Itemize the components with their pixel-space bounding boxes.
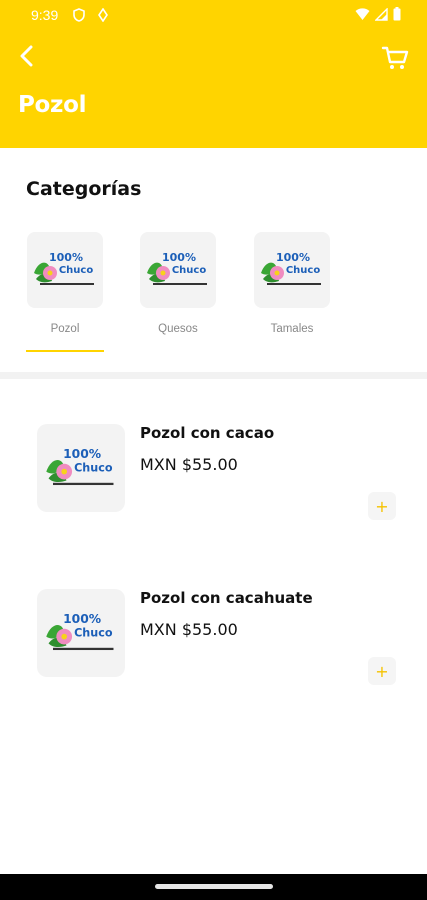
wifi-icon bbox=[355, 7, 370, 24]
plus-icon: + bbox=[375, 661, 389, 681]
status-time: 9:39 bbox=[31, 7, 59, 23]
product-name: Pozol con cacao bbox=[140, 424, 275, 442]
svg-text:Chuco: Chuco bbox=[59, 265, 94, 276]
svg-text:100%: 100% bbox=[63, 612, 101, 626]
cart-icon bbox=[381, 46, 409, 76]
svg-text:100%: 100% bbox=[63, 447, 101, 461]
category-thumbnail: 100% Chuco bbox=[254, 232, 330, 308]
categories-title: Categorías bbox=[26, 178, 142, 200]
add-to-cart-button[interactable]: + bbox=[368, 657, 396, 685]
status-icons bbox=[355, 6, 401, 24]
sync-icon bbox=[98, 7, 108, 25]
product-card[interactable]: 100% Chuco Pozol con cacahuate MXN $55.0… bbox=[0, 589, 427, 709]
svg-text:100%: 100% bbox=[162, 251, 196, 264]
category-thumbnail: 100% Chuco bbox=[140, 232, 216, 308]
product-price: MXN $55.00 bbox=[140, 455, 238, 474]
logo-image: 100% Chuco bbox=[41, 438, 121, 499]
status-bar: 9:39 bbox=[0, 0, 427, 30]
product-price: MXN $55.00 bbox=[140, 620, 238, 639]
category-label: Quesos bbox=[158, 323, 198, 335]
svg-text:Chuco: Chuco bbox=[74, 626, 113, 639]
system-navigation-bar bbox=[0, 874, 427, 900]
section-divider bbox=[0, 372, 427, 379]
signal-icon bbox=[374, 6, 388, 24]
battery-icon bbox=[393, 7, 401, 24]
logo-image: 100% Chuco bbox=[257, 243, 327, 298]
category-label: Pozol bbox=[50, 323, 80, 335]
product-name: Pozol con cacahuate bbox=[140, 589, 313, 607]
category-thumbnail: 100% Chuco bbox=[27, 232, 103, 308]
selected-category-indicator bbox=[26, 350, 104, 352]
app-header: 9:39 Pozol bbox=[0, 0, 427, 148]
svg-text:100%: 100% bbox=[276, 251, 310, 264]
product-thumbnail: 100% Chuco bbox=[37, 589, 125, 677]
plus-icon: + bbox=[375, 496, 389, 516]
add-to-cart-button[interactable]: + bbox=[368, 492, 396, 520]
svg-text:Chuco: Chuco bbox=[286, 265, 321, 276]
category-label: Tamales bbox=[270, 323, 314, 335]
category-quesos[interactable]: 100% Chuco Quesos bbox=[139, 232, 217, 335]
svg-text:100%: 100% bbox=[49, 251, 83, 264]
back-arrow-icon bbox=[18, 45, 34, 72]
svg-text:Chuco: Chuco bbox=[172, 265, 207, 276]
logo-image: 100% Chuco bbox=[30, 243, 100, 298]
home-gesture-handle[interactable] bbox=[155, 884, 273, 889]
logo-image: 100% Chuco bbox=[143, 243, 213, 298]
cart-button[interactable] bbox=[381, 44, 409, 72]
page-title: Pozol bbox=[18, 92, 87, 118]
product-thumbnail: 100% Chuco bbox=[37, 424, 125, 512]
shield-icon bbox=[73, 8, 85, 25]
logo-image: 100% Chuco bbox=[41, 603, 121, 664]
svg-text:Chuco: Chuco bbox=[74, 461, 113, 474]
category-pozol[interactable]: 100% Chuco Pozol bbox=[26, 232, 104, 335]
category-tamales[interactable]: 100% Chuco Tamales bbox=[253, 232, 331, 335]
product-card[interactable]: 100% Chuco Pozol con cacao MXN $55.00 + bbox=[0, 424, 427, 544]
back-button[interactable] bbox=[12, 44, 40, 72]
